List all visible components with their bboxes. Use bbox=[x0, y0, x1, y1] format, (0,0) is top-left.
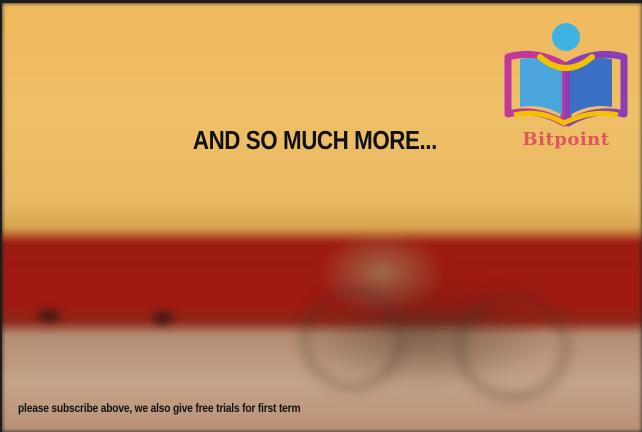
wall-spot bbox=[38, 309, 60, 323]
logo-wordmark: Bitpoint bbox=[522, 129, 610, 150]
wall-spot bbox=[152, 311, 174, 325]
subscribe-caption: please subscribe above, we also give fre… bbox=[18, 401, 301, 415]
bicycle-wheel-right bbox=[457, 293, 569, 400]
video-frame: AND SO MUCH MORE... Bitpoint please subs… bbox=[2, 3, 642, 432]
bicycle-wheel-left bbox=[302, 288, 404, 390]
